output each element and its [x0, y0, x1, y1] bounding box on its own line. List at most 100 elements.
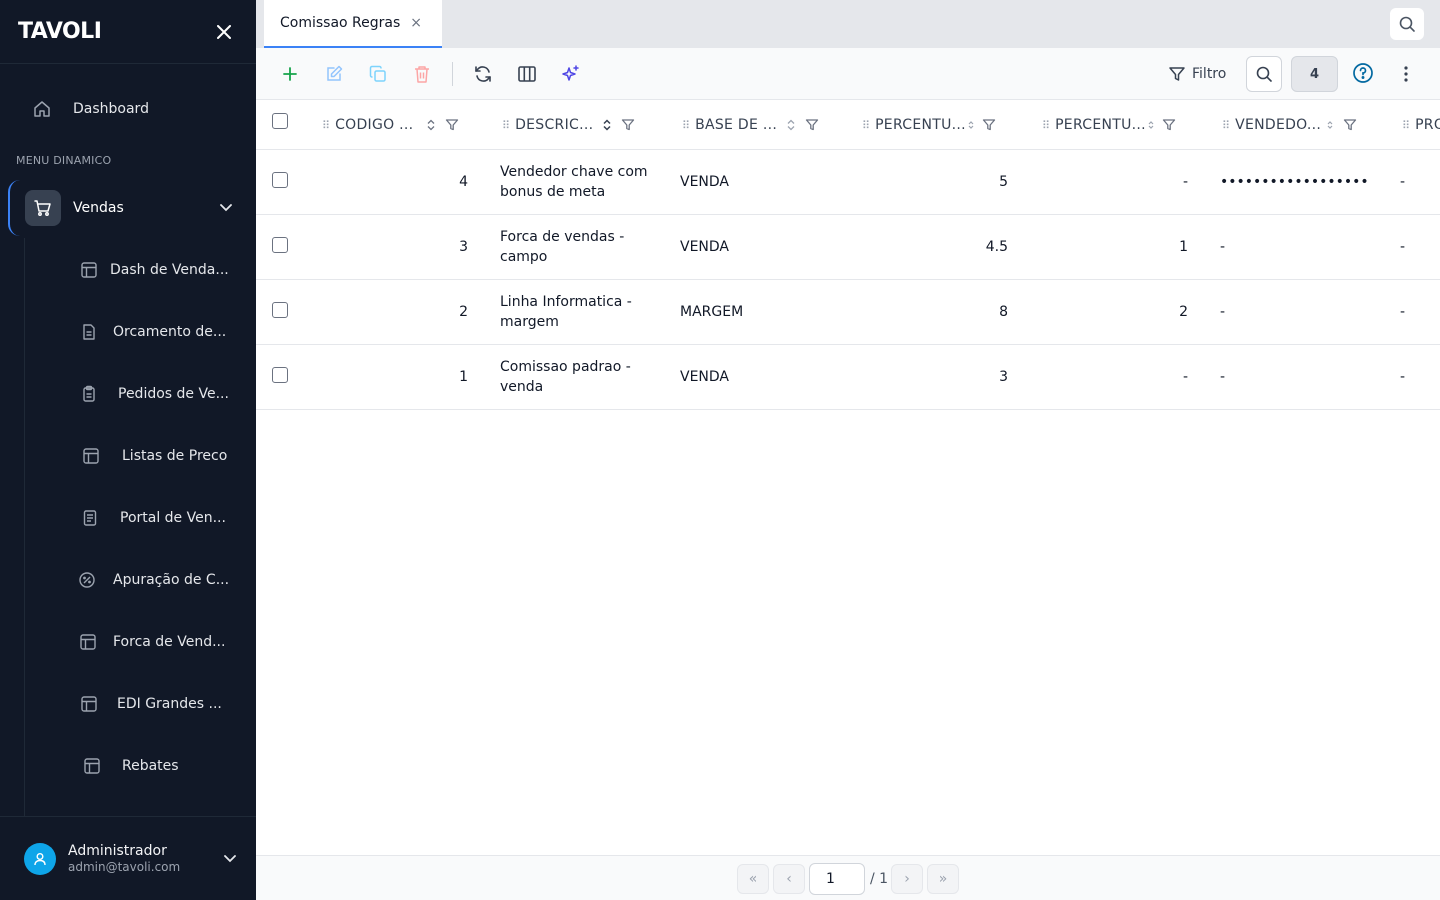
- column-filter-icon[interactable]: [982, 118, 996, 132]
- percent-circle-icon: [76, 571, 98, 589]
- copy-icon: [369, 65, 386, 82]
- drag-handle-icon[interactable]: ⠿: [682, 119, 690, 132]
- sidebar-subitem-pedidos[interactable]: Pedidos de Ve...: [78, 374, 233, 414]
- global-search-button[interactable]: [1390, 8, 1424, 40]
- drag-handle-icon[interactable]: ⠿: [862, 119, 870, 132]
- cell-codigo: 2: [459, 304, 468, 320]
- user-icon: [34, 852, 46, 865]
- tab-close-icon[interactable]: ×: [410, 15, 422, 31]
- sidebar-subitem-label: Rebates: [122, 758, 179, 774]
- sort-icon[interactable]: [1327, 120, 1333, 130]
- sort-icon[interactable]: [1148, 120, 1154, 130]
- column-header-label: PERCENTU...: [1055, 117, 1146, 133]
- prev-page-button[interactable]: ‹: [773, 864, 805, 894]
- last-page-button[interactable]: »: [927, 864, 959, 894]
- cell-descricao-line: Forca de vendas -: [500, 229, 625, 245]
- sidebar-subitem-label: Dash de Venda...: [110, 262, 229, 278]
- drag-handle-icon[interactable]: ⠿: [322, 119, 330, 132]
- sidebar: TAVOLI Dashboard MENU DINAMICO Vendas Da…: [0, 0, 256, 900]
- user-menu[interactable]: Administrador admin@tavoli.com: [0, 816, 256, 900]
- table-row[interactable]: 3 Forca de vendas - campo VENDA 4.5 1 - -: [256, 215, 1440, 280]
- search-button[interactable]: [1246, 56, 1282, 92]
- column-filter-icon[interactable]: [1162, 118, 1176, 132]
- table-row[interactable]: 2 Linha Informatica - margem MARGEM 8 2 -…: [256, 280, 1440, 345]
- sidebar-subitem-label: EDI Grandes ...: [117, 696, 222, 712]
- filter-icon: [1169, 67, 1185, 81]
- row-checkbox[interactable]: [272, 367, 288, 383]
- table-row[interactable]: 4 Vendedor chave com bonus de meta VENDA …: [256, 150, 1440, 215]
- sidebar-subitem-apuracao[interactable]: Apuração de C...: [76, 560, 234, 600]
- column-filter-icon[interactable]: [805, 118, 819, 132]
- sidebar-item-vendas[interactable]: Vendas: [8, 180, 248, 236]
- column-header-base[interactable]: ⠿ BASE DE ...: [682, 100, 819, 150]
- help-button[interactable]: [1352, 62, 1374, 88]
- next-page-button[interactable]: ›: [891, 864, 923, 894]
- sort-icon[interactable]: [787, 119, 795, 131]
- close-sidebar-button[interactable]: [214, 22, 234, 42]
- filter-label: Filtro: [1192, 66, 1227, 82]
- sidebar-subitem-dash-vendas[interactable]: Dash de Venda...: [78, 250, 233, 290]
- column-header-descricao[interactable]: ⠿ DESCRIC...: [502, 100, 635, 150]
- sidebar-header: TAVOLI: [0, 0, 256, 64]
- sidebar-subitem-listas-preco[interactable]: Listas de Preco: [80, 436, 235, 476]
- column-header-percentual-1[interactable]: ⠿ PERCENTU...: [862, 100, 996, 150]
- sidebar-subitem-label: Orcamento de...: [113, 324, 227, 340]
- filter-button[interactable]: Filtro: [1168, 62, 1226, 86]
- first-page-button[interactable]: «: [737, 864, 769, 894]
- cell-descricao-line: Vendedor chave com: [500, 164, 648, 180]
- select-all-checkbox[interactable]: [272, 113, 288, 129]
- sidebar-subitem-forca-vendas[interactable]: Forca de Vend...: [77, 622, 232, 662]
- column-header-codigo[interactable]: ⠿ CODIGO ...: [322, 100, 459, 150]
- add-button[interactable]: [278, 62, 302, 86]
- more-options-button[interactable]: [1396, 62, 1416, 90]
- page-number-input[interactable]: [809, 863, 865, 895]
- document-icon: [78, 323, 100, 341]
- ai-assist-button[interactable]: [559, 62, 583, 86]
- table-icon: [77, 633, 99, 651]
- refresh-button[interactable]: [471, 62, 495, 86]
- document-lines-icon: [79, 509, 101, 527]
- drag-handle-icon[interactable]: ⠿: [1402, 119, 1410, 132]
- cell-percentual-2: 1: [1179, 239, 1188, 255]
- column-filter-icon[interactable]: [445, 118, 459, 132]
- sort-icon[interactable]: [603, 119, 611, 131]
- sidebar-item-dashboard[interactable]: Dashboard: [24, 88, 234, 130]
- plus-icon: [283, 67, 297, 81]
- sidebar-subitem-portal-vendas[interactable]: Portal de Ven...: [79, 498, 234, 538]
- sidebar-subitem-label: Listas de Preco: [122, 448, 228, 464]
- sort-icon[interactable]: [427, 119, 435, 131]
- tab-comissao-regras[interactable]: Comissao Regras ×: [264, 0, 442, 48]
- table-row[interactable]: 1 Comissao padrao - venda VENDA 3 - - -: [256, 345, 1440, 410]
- search-icon: [1399, 16, 1415, 32]
- drag-handle-icon[interactable]: ⠿: [1222, 119, 1230, 132]
- column-header-vendedor[interactable]: ⠿ VENDEDO...: [1222, 100, 1357, 150]
- menu-section-title: MENU DINAMICO: [16, 154, 112, 167]
- drag-handle-icon[interactable]: ⠿: [1042, 119, 1050, 132]
- delete-button[interactable]: [410, 62, 434, 86]
- cell-codigo: 1: [459, 369, 468, 385]
- row-checkbox[interactable]: [272, 302, 288, 318]
- cell-codigo: 3: [459, 239, 468, 255]
- column-header-percentual-2[interactable]: ⠿ PERCENTU...: [1042, 100, 1176, 150]
- sidebar-subitem-orcamento[interactable]: Orcamento de...: [78, 312, 233, 352]
- cell-descricao-line: Linha Informatica -: [500, 294, 632, 310]
- sort-icon[interactable]: [968, 120, 974, 130]
- edit-button[interactable]: [322, 62, 346, 86]
- sidebar-subitem-rebates[interactable]: Rebates: [81, 746, 236, 786]
- sidebar-subitem-edi[interactable]: EDI Grandes ...: [78, 684, 233, 724]
- duplicate-button[interactable]: [366, 62, 390, 86]
- column-header-pro[interactable]: ⠿ PRO: [1402, 100, 1440, 150]
- row-checkbox[interactable]: [272, 172, 288, 188]
- column-filter-icon[interactable]: [621, 118, 635, 132]
- columns-button[interactable]: [515, 62, 539, 86]
- toolbar: Filtro 4: [256, 48, 1440, 100]
- cell-descricao-line: bonus de meta: [500, 184, 606, 200]
- app-logo: TAVOLI: [18, 19, 102, 44]
- column-filter-icon[interactable]: [1343, 118, 1357, 132]
- row-checkbox[interactable]: [272, 237, 288, 253]
- search-icon: [1256, 66, 1272, 82]
- trash-icon: [415, 66, 429, 83]
- record-count-badge[interactable]: 4: [1291, 56, 1338, 92]
- drag-handle-icon[interactable]: ⠿: [502, 119, 510, 132]
- submenu-guide-line: [24, 238, 25, 816]
